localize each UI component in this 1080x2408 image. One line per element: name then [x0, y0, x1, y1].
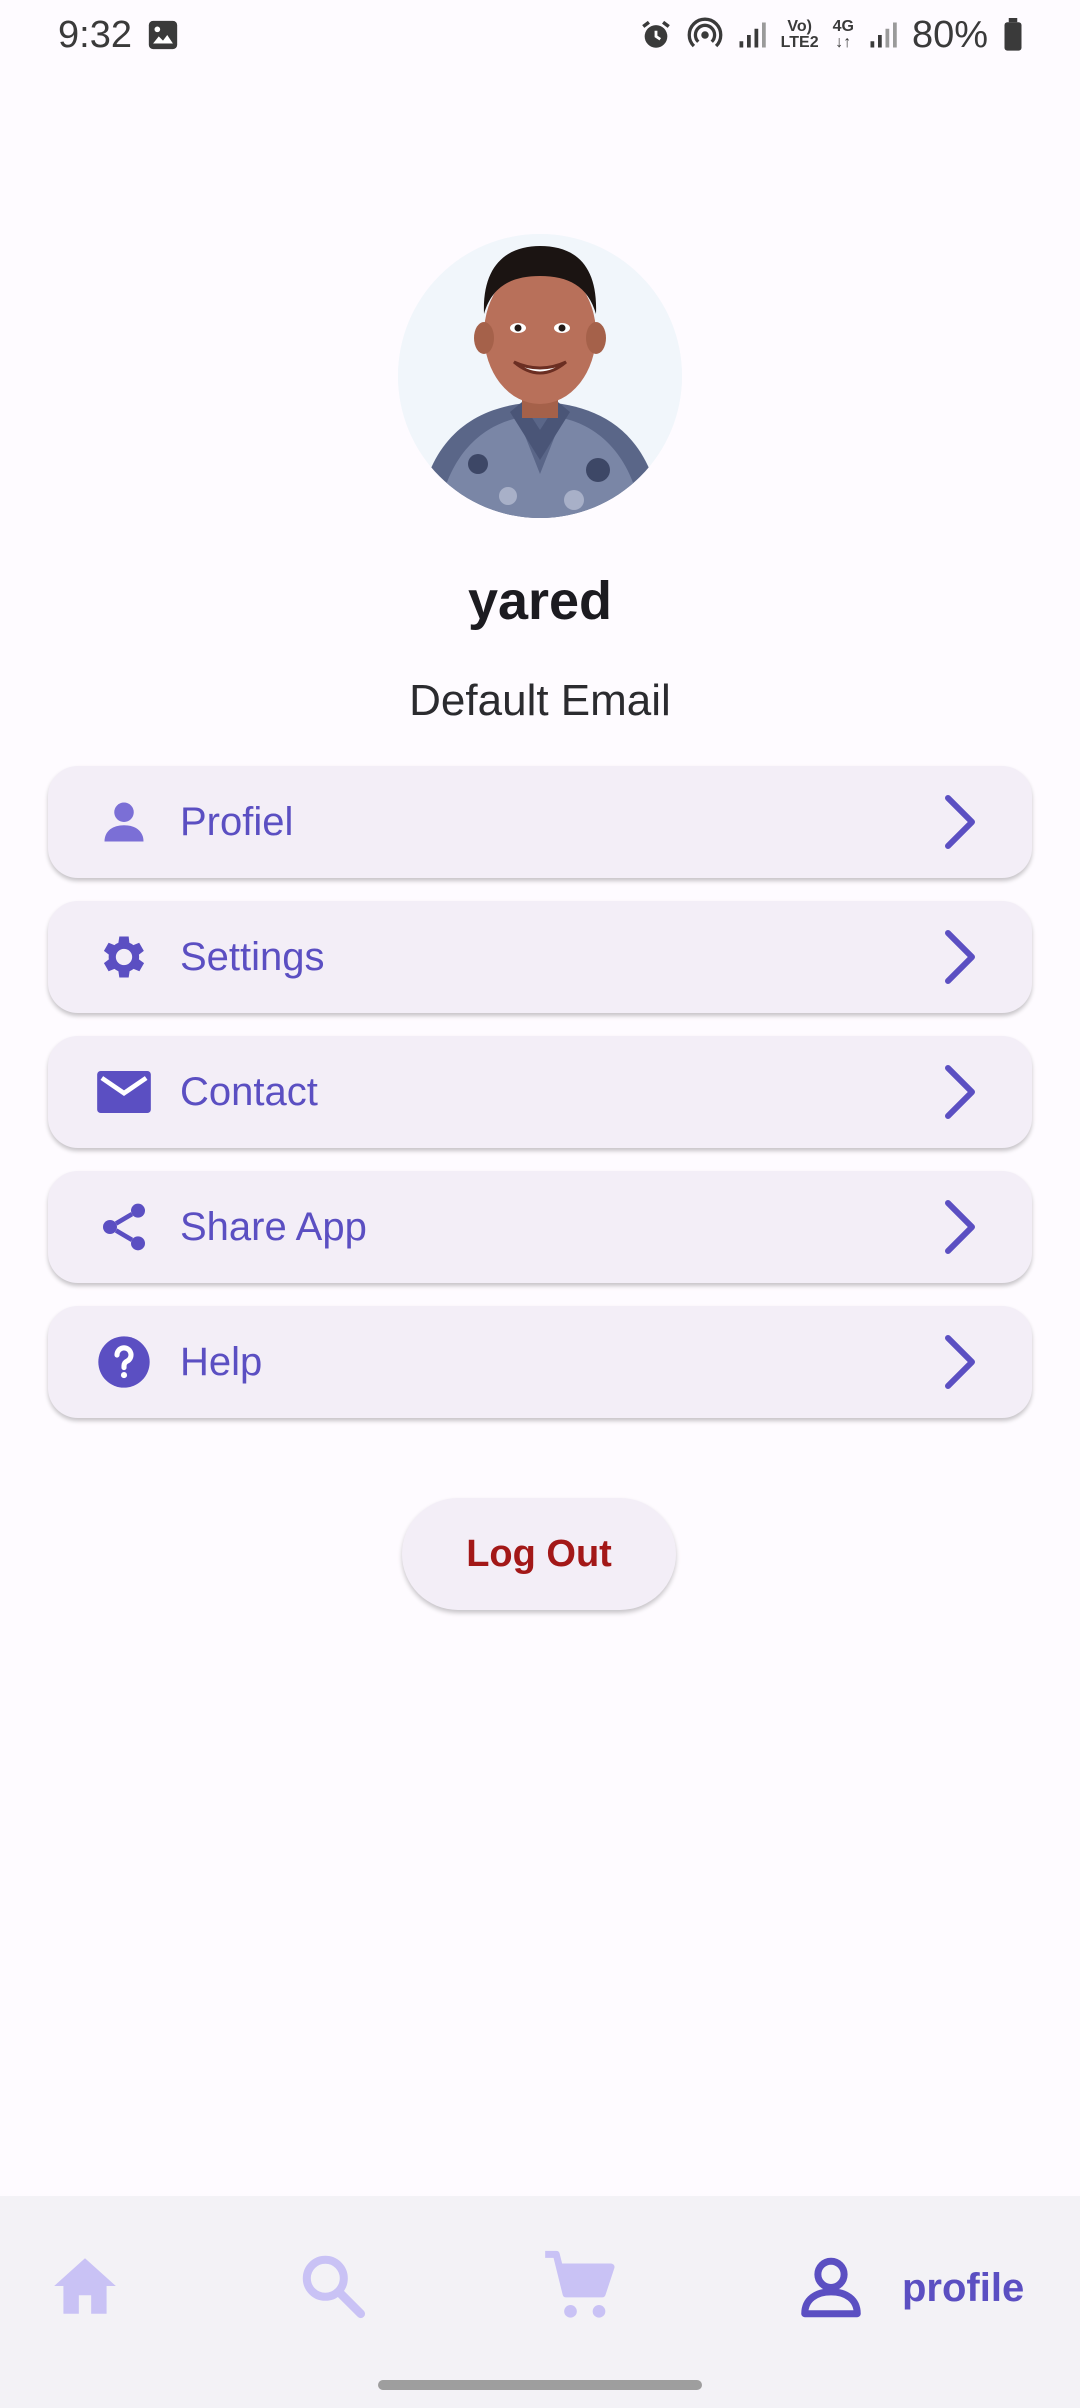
lte-label: LTE2: [780, 34, 819, 51]
status-right: Vo) LTE2 4G ↓↑ 80%: [639, 14, 1024, 57]
nav-profile[interactable]: profile: [796, 2248, 1024, 2328]
nav-cart[interactable]: [542, 2248, 618, 2328]
status-bar: 9:32 Vo) LTE2 4G ↓↑ 80%: [0, 0, 1080, 70]
menu-item-help[interactable]: Help: [48, 1306, 1032, 1418]
chevron-right-icon: [938, 794, 982, 850]
home-icon: [48, 2249, 122, 2328]
cart-icon: [542, 2248, 618, 2329]
menu-item-label: Help: [180, 1339, 263, 1384]
profile-icon: [796, 2251, 866, 2326]
nav-home[interactable]: [48, 2248, 122, 2328]
network-indicator: 4G ↓↑: [833, 19, 854, 51]
search-icon: [296, 2249, 370, 2328]
battery-percent: 80%: [911, 13, 988, 56]
alarm-icon: [639, 18, 673, 52]
person-icon: [96, 794, 152, 850]
menu-item-label: Settings: [180, 934, 325, 979]
user-email: Default Email: [409, 676, 671, 725]
chevron-right-icon: [938, 1199, 982, 1255]
gear-icon: [96, 929, 152, 985]
menu-item-settings[interactable]: Settings: [48, 901, 1032, 1013]
bottom-nav: profile: [0, 2196, 1080, 2408]
chevron-right-icon: [938, 1064, 982, 1120]
nav-search[interactable]: [296, 2248, 370, 2328]
chevron-right-icon: [938, 929, 982, 985]
battery-icon: [1002, 18, 1024, 52]
nav-profile-label: profile: [902, 2265, 1025, 2310]
avatar[interactable]: [398, 234, 682, 518]
volte-indicator: Vo) LTE2: [781, 19, 819, 51]
profile-screen: 9:32 Vo) LTE2 4G ↓↑ 80% yared Default Em…: [0, 0, 1080, 2408]
volte-label: Vo): [787, 18, 812, 35]
menu-item-contact[interactable]: Contact: [48, 1036, 1032, 1148]
signal-icon: [737, 20, 767, 50]
chevron-right-icon: [938, 1334, 982, 1390]
home-indicator[interactable]: [378, 2380, 702, 2390]
avatar-photo: [398, 234, 682, 518]
help-icon: [96, 1334, 152, 1390]
network-label: 4G: [832, 18, 854, 35]
menu-item-share-app[interactable]: Share App: [48, 1171, 1032, 1283]
menu-item-label: Share App: [180, 1204, 367, 1249]
data-arrows-icon: ↓↑: [835, 34, 852, 51]
menu-item-label: Contact: [180, 1069, 318, 1114]
profile-menu: Profiel Settings Contact Share App Help: [48, 766, 1032, 1441]
menu-item-label: Profiel: [180, 799, 294, 844]
mail-icon: [96, 1064, 152, 1120]
hotspot-icon: [687, 17, 723, 53]
status-left: 9:32: [58, 14, 180, 57]
logout-button[interactable]: Log Out: [402, 1498, 676, 1610]
status-time: 9:32: [58, 13, 132, 56]
user-name: yared: [467, 571, 613, 631]
signal-icon: [868, 20, 898, 50]
image-icon: [146, 18, 180, 52]
share-icon: [96, 1199, 152, 1255]
menu-item-profile[interactable]: Profiel: [48, 766, 1032, 878]
